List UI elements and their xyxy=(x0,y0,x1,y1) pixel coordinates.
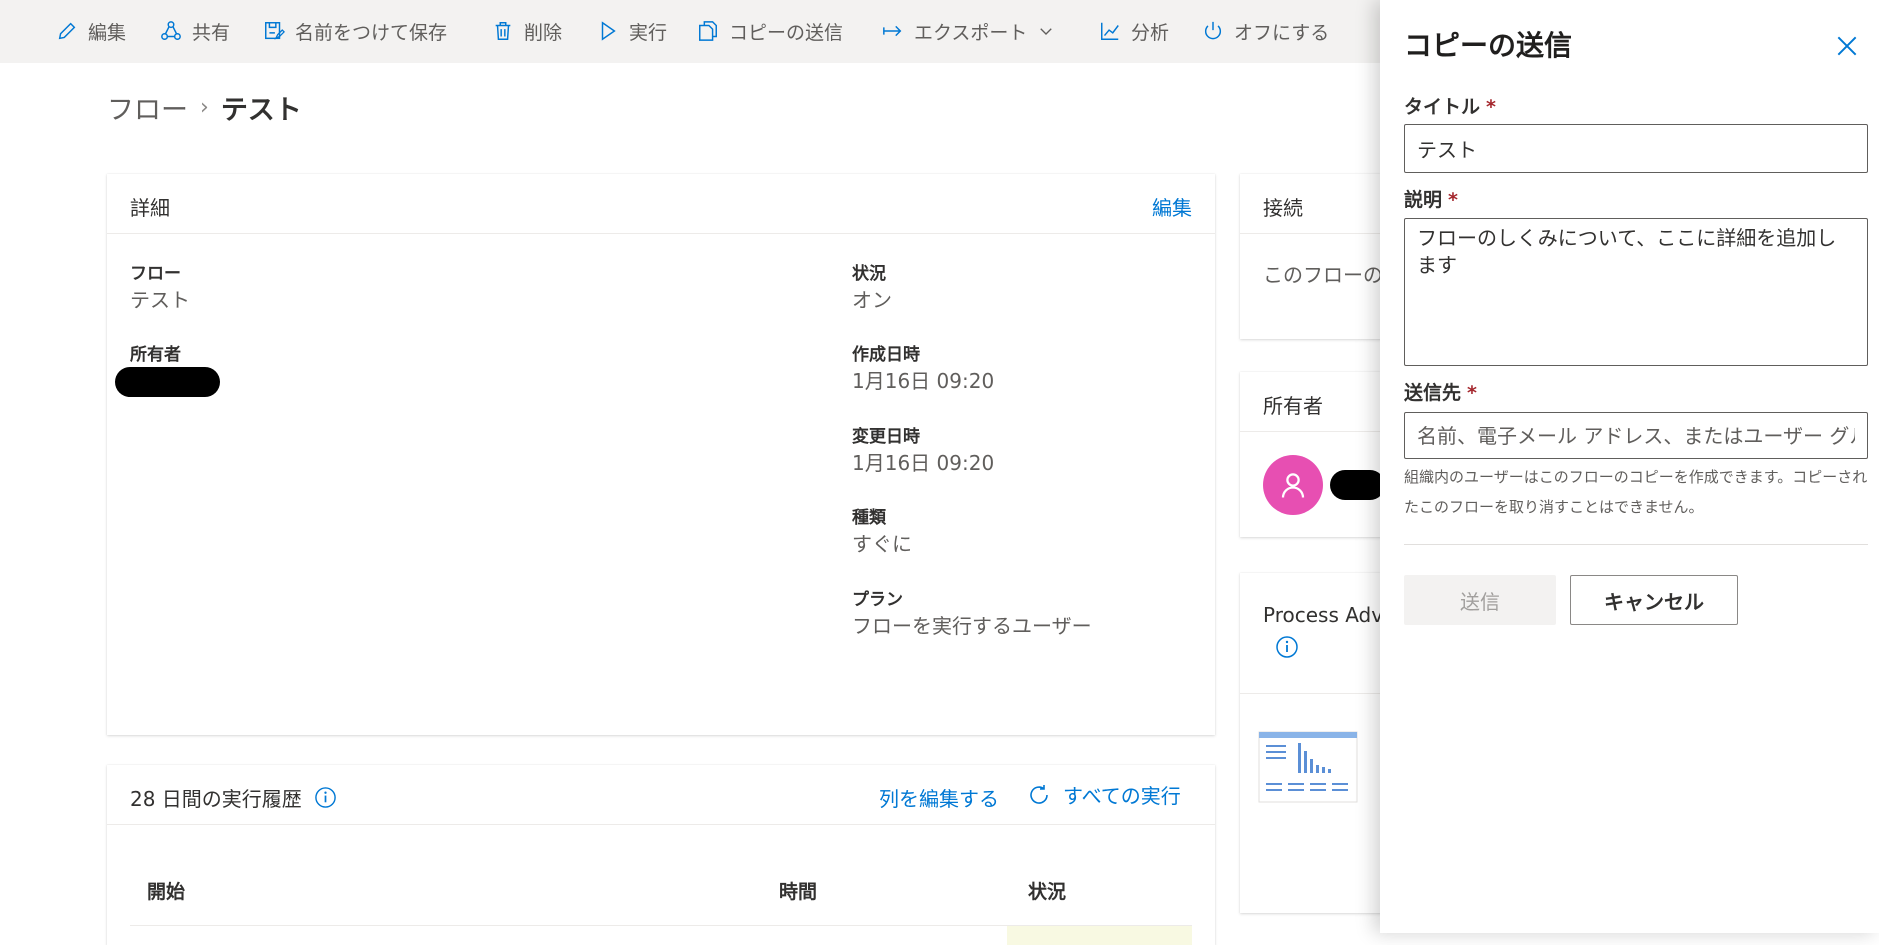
breadcrumb: フロー › テスト xyxy=(107,88,302,127)
title-input[interactable] xyxy=(1404,124,1868,173)
history-title-row: 28 日間の実行履歴 xyxy=(130,783,337,812)
analytics-label: 分析 xyxy=(1131,21,1170,44)
delete-label: 削除 xyxy=(524,21,563,44)
details-card: 詳細 編集 フロー テスト 所有者 状況 オン 作成日時 1月16日 09:20… xyxy=(107,174,1215,735)
send-copy-panel: コピーの送信 タイトル* 説明* フローのしくみについて、ここに詳細を追加します… xyxy=(1380,0,1879,933)
connections-text: このフローの xyxy=(1263,263,1383,287)
status-label: 状況 xyxy=(852,264,886,284)
description-field-label-text: 説明 xyxy=(1404,189,1443,211)
recipient-input[interactable] xyxy=(1404,412,1868,459)
send-copy-button[interactable]: コピーの送信 xyxy=(697,16,843,46)
breadcrumb-current: テスト xyxy=(220,95,302,126)
type-label: 種類 xyxy=(852,508,886,528)
refresh-icon xyxy=(1030,784,1048,804)
send-button[interactable]: 送信 xyxy=(1404,575,1556,625)
copy-icon xyxy=(699,21,717,41)
flow-value: テスト xyxy=(130,288,190,312)
owners-title: 所有者 xyxy=(1263,394,1323,418)
run-history-card: 28 日間の実行履歴 列を編集する すべての実行 開始 時間 状況 xyxy=(107,765,1215,945)
cancel-button[interactable]: キャンセル xyxy=(1570,575,1738,625)
info-icon[interactable] xyxy=(1275,635,1299,659)
share-icon xyxy=(161,21,181,40)
title-field-label-text: タイトル xyxy=(1404,96,1481,118)
status-value: オン xyxy=(852,288,892,312)
pencil-icon xyxy=(58,22,76,40)
process-advisor-title: Process Adv xyxy=(1263,603,1384,627)
process-chart-illustration xyxy=(1258,731,1358,803)
play-icon xyxy=(601,21,616,41)
status-cell xyxy=(1007,926,1192,945)
created-label: 作成日時 xyxy=(852,345,920,365)
owner-redacted xyxy=(115,367,220,397)
modified-label: 変更日時 xyxy=(852,427,920,447)
share-label: 共有 xyxy=(192,21,231,44)
edit-button[interactable]: 編集 xyxy=(56,16,126,46)
recipient-field-label: 送信先 * xyxy=(1404,378,1477,405)
chevron-down-icon xyxy=(1040,28,1053,35)
run-label: 実行 xyxy=(629,21,668,44)
export-label: エクスポート xyxy=(914,21,1028,44)
connections-title: 接続 xyxy=(1263,196,1303,220)
plan-label: プラン xyxy=(852,590,903,610)
analytics-button[interactable]: 分析 xyxy=(1099,16,1169,46)
all-runs-link[interactable]: すべての実行 xyxy=(1027,780,1181,809)
analytics-icon xyxy=(1101,22,1119,40)
save-as-button[interactable]: 名前をつけて保存 xyxy=(263,16,447,46)
power-icon xyxy=(1204,21,1222,40)
required-mark: * xyxy=(1486,96,1496,118)
trash-icon xyxy=(495,22,511,40)
flow-label: フロー xyxy=(130,264,181,284)
divider xyxy=(107,824,1215,825)
run-button[interactable]: 実行 xyxy=(597,16,667,46)
export-icon xyxy=(883,25,902,37)
save-as-label: 名前をつけて保存 xyxy=(295,21,448,44)
panel-title: コピーの送信 xyxy=(1404,29,1573,62)
breadcrumb-root[interactable]: フロー xyxy=(107,88,188,127)
send-copy-label: コピーの送信 xyxy=(729,21,844,44)
edit-columns-link[interactable]: 列を編集する xyxy=(879,783,999,812)
all-runs-label: すべての実行 xyxy=(1063,784,1181,808)
chevron-right-icon: › xyxy=(200,95,209,120)
divider xyxy=(107,233,1215,234)
divider xyxy=(1404,544,1868,545)
required-mark: * xyxy=(1448,189,1458,211)
description-field-label: 説明 * xyxy=(1404,185,1458,212)
share-hint-text: 組織内のユーザーはこのフローのコピーを作成できます。コピーされたこのフローを取り… xyxy=(1404,468,1868,516)
details-edit-link[interactable]: 編集 xyxy=(1152,192,1192,221)
close-icon[interactable] xyxy=(1834,33,1860,59)
description-textarea[interactable]: フローのしくみについて、ここに詳細を追加します xyxy=(1404,218,1868,366)
owner-label: 所有者 xyxy=(130,345,181,365)
required-mark: * xyxy=(1467,382,1477,404)
column-header-start[interactable]: 開始 xyxy=(147,877,185,904)
column-header-duration[interactable]: 時間 xyxy=(779,877,817,904)
turn-off-label: オフにする xyxy=(1234,21,1330,44)
column-header-status[interactable]: 状況 xyxy=(1028,877,1066,904)
delete-button[interactable]: 削除 xyxy=(492,16,562,46)
history-title: 28 日間の実行履歴 xyxy=(130,787,302,811)
save-as-icon xyxy=(265,22,285,40)
export-button[interactable]: エクスポート xyxy=(882,16,1055,46)
type-value: すぐに xyxy=(852,532,912,556)
modified-value: 1月16日 09:20 xyxy=(852,451,995,475)
plan-value: フローを実行するユーザー xyxy=(852,614,1092,638)
person-icon xyxy=(1281,473,1305,498)
turn-off-button[interactable]: オフにする xyxy=(1202,16,1329,46)
recipient-field-label-text: 送信先 xyxy=(1404,382,1462,404)
avatar xyxy=(1263,455,1323,515)
created-value: 1月16日 09:20 xyxy=(852,369,995,393)
title-field-label: タイトル * xyxy=(1404,92,1496,119)
edit-label: 編集 xyxy=(88,21,127,44)
owner-name-redacted xyxy=(1330,470,1385,500)
info-icon[interactable] xyxy=(314,786,337,809)
share-button[interactable]: 共有 xyxy=(160,16,230,46)
details-title: 詳細 xyxy=(130,196,170,220)
